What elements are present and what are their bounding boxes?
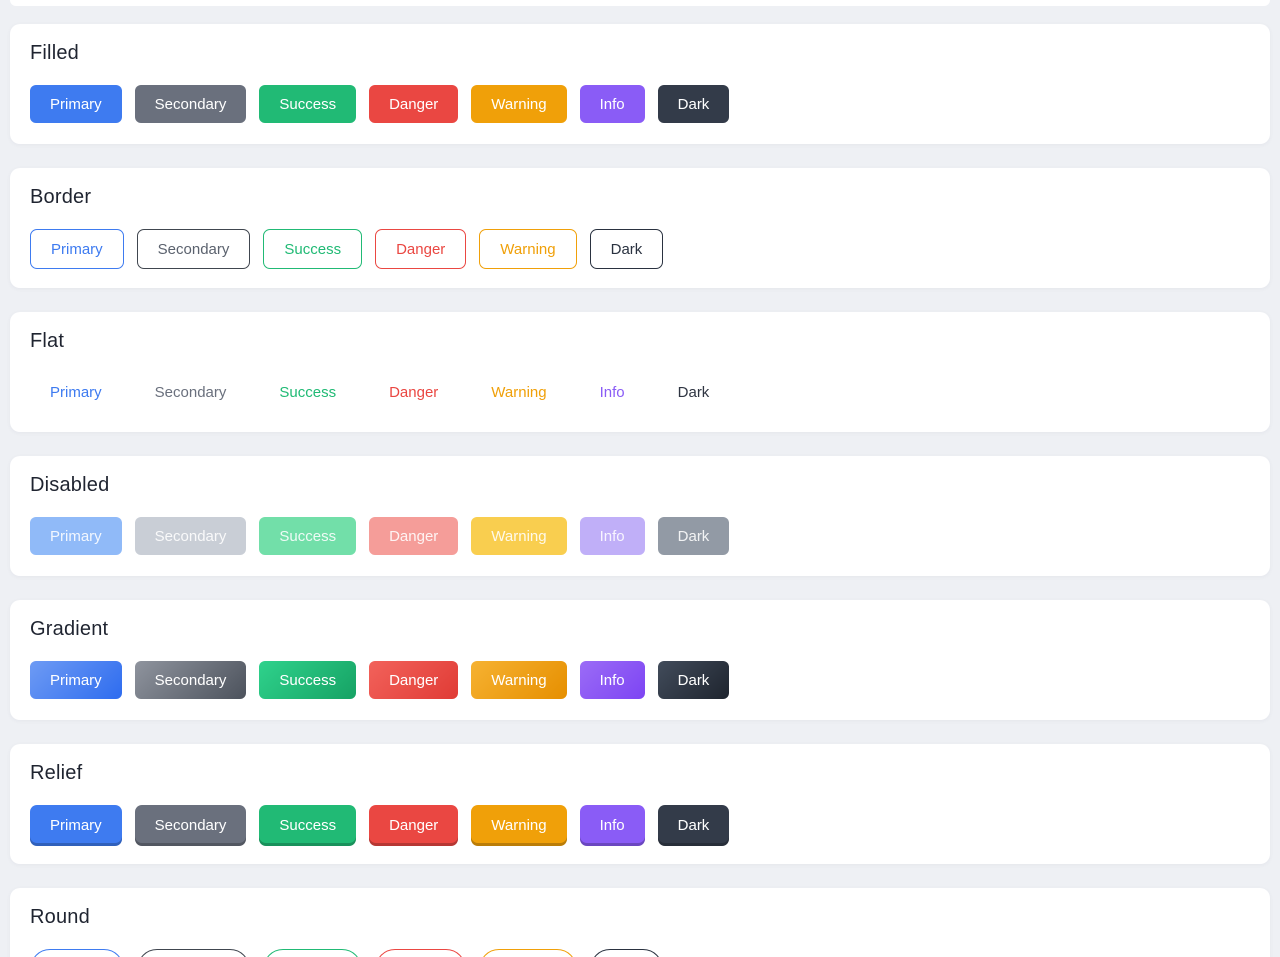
- button-border-success[interactable]: Success: [263, 229, 362, 269]
- button-flat-primary[interactable]: Primary: [30, 373, 122, 411]
- button-row-gradient: Primary Secondary Success Danger Warning Info…: [30, 661, 1250, 699]
- button-relief-warning[interactable]: Warning: [471, 805, 566, 846]
- button-round-warning[interactable]: Warning: [479, 949, 576, 957]
- section-title-relief: Relief: [30, 759, 1250, 787]
- button-row-flat: Primary Secondary Success Danger Warning Info…: [30, 373, 1250, 411]
- card-disabled-buttons: Disabled Primary Secondary Success Danger War…: [10, 456, 1270, 576]
- button-disabled-info: Info: [580, 517, 645, 555]
- card-relief-buttons: Relief Primary Secondary Success Danger Warni…: [10, 744, 1270, 864]
- button-flat-success[interactable]: Success: [259, 373, 356, 411]
- button-border-secondary[interactable]: Secondary: [137, 229, 251, 269]
- button-flat-dark[interactable]: Dark: [658, 373, 730, 411]
- section-title-disabled: Disabled: [30, 471, 1250, 499]
- button-filled-dark[interactable]: Dark: [658, 85, 730, 123]
- button-disabled-dark: Dark: [658, 517, 730, 555]
- button-disabled-warning: Warning: [471, 517, 566, 555]
- button-gradient-success[interactable]: Success: [259, 661, 356, 699]
- card-border-buttons: Border Primary Secondary Success Danger Warni…: [10, 168, 1270, 288]
- button-round-danger[interactable]: Danger: [375, 949, 466, 957]
- button-flat-warning[interactable]: Warning: [471, 373, 566, 411]
- card-flat-buttons: Flat Primary Secondary Success Danger Warning…: [10, 312, 1270, 432]
- button-border-warning[interactable]: Warning: [479, 229, 576, 269]
- button-border-primary[interactable]: Primary: [30, 229, 124, 269]
- button-row-relief: Primary Secondary Success Danger Warning Info…: [30, 805, 1250, 846]
- button-round-dark[interactable]: Dark: [590, 949, 664, 957]
- section-title-flat: Flat: [30, 327, 1250, 355]
- button-flat-info[interactable]: Info: [580, 373, 645, 411]
- button-flat-secondary[interactable]: Secondary: [135, 373, 247, 411]
- button-relief-primary[interactable]: Primary: [30, 805, 122, 846]
- button-row-round: Primary Secondary Success Danger Warning Dark: [30, 949, 1250, 957]
- button-row-filled: Primary Secondary Success Danger Warning Info…: [30, 85, 1250, 123]
- button-flat-danger[interactable]: Danger: [369, 373, 458, 411]
- button-relief-dark[interactable]: Dark: [658, 805, 730, 846]
- button-relief-secondary[interactable]: Secondary: [135, 805, 247, 846]
- button-disabled-primary: Primary: [30, 517, 122, 555]
- card-partial-top: [10, 0, 1270, 6]
- button-border-dark[interactable]: Dark: [590, 229, 664, 269]
- button-relief-info[interactable]: Info: [580, 805, 645, 846]
- button-gradient-dark[interactable]: Dark: [658, 661, 730, 699]
- button-relief-success[interactable]: Success: [259, 805, 356, 846]
- section-title-round: Round: [30, 903, 1250, 931]
- card-gradient-buttons: Gradient Primary Secondary Success Danger War…: [10, 600, 1270, 720]
- button-round-success[interactable]: Success: [263, 949, 362, 957]
- button-gradient-warning[interactable]: Warning: [471, 661, 566, 699]
- button-gradient-danger[interactable]: Danger: [369, 661, 458, 699]
- button-gradient-info[interactable]: Info: [580, 661, 645, 699]
- section-title-gradient: Gradient: [30, 615, 1250, 643]
- section-title-border: Border: [30, 183, 1250, 211]
- button-filled-warning[interactable]: Warning: [471, 85, 566, 123]
- section-title-filled: Filled: [30, 39, 1250, 67]
- button-filled-danger[interactable]: Danger: [369, 85, 458, 123]
- button-border-danger[interactable]: Danger: [375, 229, 466, 269]
- button-round-secondary[interactable]: Secondary: [137, 949, 251, 957]
- button-filled-info[interactable]: Info: [580, 85, 645, 123]
- card-filled-buttons: Filled Primary Secondary Success Danger Warni…: [10, 24, 1270, 144]
- button-showcase-page: Filled Primary Secondary Success Danger Warni…: [0, 24, 1280, 957]
- button-round-primary[interactable]: Primary: [30, 949, 124, 957]
- button-gradient-secondary[interactable]: Secondary: [135, 661, 247, 699]
- button-disabled-danger: Danger: [369, 517, 458, 555]
- button-disabled-secondary: Secondary: [135, 517, 247, 555]
- button-row-border: Primary Secondary Success Danger Warning Dark: [30, 229, 1250, 269]
- button-relief-danger[interactable]: Danger: [369, 805, 458, 846]
- card-round-buttons: Round Primary Secondary Success Danger Warnin…: [10, 888, 1270, 957]
- button-filled-secondary[interactable]: Secondary: [135, 85, 247, 123]
- button-row-disabled: Primary Secondary Success Danger Warning Info…: [30, 517, 1250, 555]
- button-filled-success[interactable]: Success: [259, 85, 356, 123]
- button-gradient-primary[interactable]: Primary: [30, 661, 122, 699]
- button-filled-primary[interactable]: Primary: [30, 85, 122, 123]
- button-disabled-success: Success: [259, 517, 356, 555]
